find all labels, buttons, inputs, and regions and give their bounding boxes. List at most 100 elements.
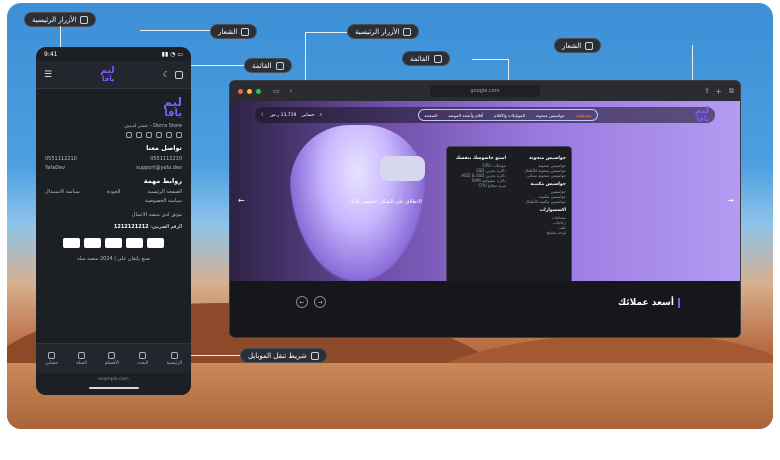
footer-link[interactable]: الصفحة الرئيسية [148, 189, 183, 195]
vr-headset [380, 156, 425, 181]
menu-icon[interactable]: ☰ [44, 70, 52, 80]
new-tab-icon[interactable]: + [715, 87, 722, 96]
image-icon [241, 27, 250, 36]
account-label[interactable]: حسابي [301, 113, 314, 118]
phone-link[interactable]: 0551112210 [45, 156, 77, 162]
footer-logo: ليم يافا [163, 95, 182, 119]
footer-link[interactable]: سياسة الخصوصية [145, 198, 182, 204]
menu-item[interactable]: الصفحة [424, 113, 437, 118]
browser-window: ▭ ‹ google.com ⇪ + ⧉ ليم يافا ⌕ حسابي 13,… [229, 80, 741, 338]
menu-item[interactable]: تخفيضات [576, 113, 592, 118]
mobile-bottom-nav: الرئيسية البحث الأقسام السلة حسابي [36, 343, 191, 373]
menu-item[interactable]: الموبايلات والأقلام [494, 113, 525, 118]
platform-badge: موثق لدى منصة الاعمال [131, 212, 182, 218]
footer-link[interactable]: سياسة الاستبدال [45, 189, 80, 195]
facebook-icon[interactable] [126, 132, 132, 138]
mega-item[interactable]: جواسيس مكتبية للأطفال [512, 199, 566, 204]
mega-heading[interactable]: اكسسوارات [512, 208, 566, 213]
connector-line [60, 26, 61, 48]
phone-link[interactable]: 0551112210 [150, 156, 182, 162]
mega-heading[interactable]: جواسيس مكتبية [512, 182, 566, 187]
search-icon [139, 351, 147, 359]
callout-home-buttons-browser: الأزرار الرئيسية [347, 24, 420, 39]
cart-icon[interactable] [175, 70, 183, 79]
mega-menu: جواسيس منحوتة جواسيس منحوتة جواسيس منحوت… [446, 146, 572, 284]
twitter-icon[interactable] [166, 132, 172, 138]
connector-line [186, 65, 244, 66]
payment-icon [63, 238, 80, 248]
carousel-prev-icon[interactable]: ← [296, 296, 308, 308]
phone-icon [310, 351, 319, 360]
mega-item[interactable]: لوحة مفاتيح [512, 230, 566, 235]
payment-icon [105, 238, 122, 248]
cursor-icon [80, 15, 89, 24]
minimize-button[interactable] [247, 88, 252, 94]
callout-mobile-nav: شريط تنقل الموبايل [240, 348, 327, 363]
carousel-next-icon[interactable]: → [314, 296, 326, 308]
clients-title: أسعد عملائك [618, 298, 680, 308]
grid-icon [108, 351, 116, 359]
payment-icon [126, 238, 143, 248]
mobile-header: ☰ ليم يافا ☾ [36, 61, 191, 89]
callout-menu-phone: القائمة [244, 58, 292, 73]
cart-total[interactable]: 13,719 ر.س [270, 113, 296, 118]
tiktok-icon[interactable] [146, 132, 152, 138]
avatar-icon [48, 351, 56, 359]
mega-item[interactable]: تبريد معالج CPU [452, 183, 506, 188]
payment-icon [84, 238, 101, 248]
maximize-button[interactable] [256, 88, 261, 94]
search-icon[interactable]: ⌕ [320, 112, 323, 118]
snapchat-icon[interactable] [156, 132, 162, 138]
connector-line [472, 59, 508, 60]
contact-title: تواصل معنا [146, 144, 182, 152]
sidebar-icon[interactable]: ▭ [273, 87, 280, 95]
callout-home-buttons-phone: الأزرار الرئيسية [24, 12, 97, 27]
browser-toolbar: ▭ ‹ google.com ⇪ + ⧉ [230, 81, 740, 101]
site-logo[interactable]: ليم يافا [100, 66, 114, 83]
links-title: روابط مهمة [143, 177, 182, 185]
social-icons [45, 132, 182, 138]
instagram-icon[interactable] [176, 132, 182, 138]
slider-prev-icon[interactable]: ← [238, 196, 245, 205]
youtube-icon[interactable] [136, 132, 142, 138]
payment-methods [45, 238, 182, 248]
callout-menu-browser: القائمة [402, 51, 450, 66]
signal-icon: ▮▮ ◔ ▭ [161, 50, 183, 58]
status-time: 9:41 [44, 50, 58, 58]
moon-icon[interactable]: ☾ [163, 70, 170, 79]
mega-heading[interactable]: اصنع جاسوسك بنفسك [452, 156, 506, 161]
tabs-icon[interactable]: ⧉ [729, 87, 734, 96]
share-icon[interactable]: ⇪ [704, 87, 710, 95]
nav-account[interactable]: حسابي [45, 351, 58, 366]
main-menu: تخفيضات جواسيس منحوتة الموبايلات والأقلا… [418, 109, 598, 121]
moon-icon[interactable]: ☾ [261, 113, 265, 118]
home-icon [170, 351, 178, 359]
mega-item[interactable]: جواسيس منحوتة نسائي [512, 173, 566, 178]
menu-item[interactable]: جواسيس منحوتة [536, 113, 565, 118]
hero-headline: الانطلاق على الشكل الحقيقي كأنك [350, 199, 423, 205]
tax-number: 1212121212 [113, 224, 149, 230]
site-logo[interactable]: ليم يافا [695, 107, 709, 124]
status-bar: 9:41 ▮▮ ◔ ▭ [36, 47, 191, 61]
email-link[interactable]: support@yafa.dev [136, 165, 182, 171]
nav-categories[interactable]: الأقسام [105, 351, 119, 366]
tax-label: الرقم الضريبي: [150, 224, 182, 230]
mobile-footer-content: ليم يافا Dorra Store - عمنر لديبين تواصل … [36, 89, 191, 270]
menu-item[interactable]: أقلام وأنقحة الموضة [448, 113, 483, 118]
image-icon [585, 41, 594, 50]
footer-link[interactable]: الجودة [107, 189, 121, 195]
nav-cart[interactable]: السلة [76, 351, 87, 366]
close-button[interactable] [238, 88, 243, 94]
list-icon [275, 61, 284, 70]
address-bar[interactable]: google.com [430, 85, 540, 97]
back-icon[interactable]: ‹ [290, 87, 293, 95]
copyright: صنع بإتقان على | 2024 منصة سلة [77, 256, 150, 262]
payment-icon [147, 238, 164, 248]
clients-section: أسعد عملائك ← → [230, 281, 740, 337]
nav-search[interactable]: البحث [137, 351, 148, 366]
nav-home[interactable]: الرئيسية [166, 351, 182, 366]
slider-next-icon[interactable]: → [727, 196, 734, 205]
mega-heading[interactable]: جواسيس منحوتة [512, 156, 566, 161]
user-link[interactable]: YafaDev [45, 165, 65, 171]
cart-icon [78, 351, 86, 359]
